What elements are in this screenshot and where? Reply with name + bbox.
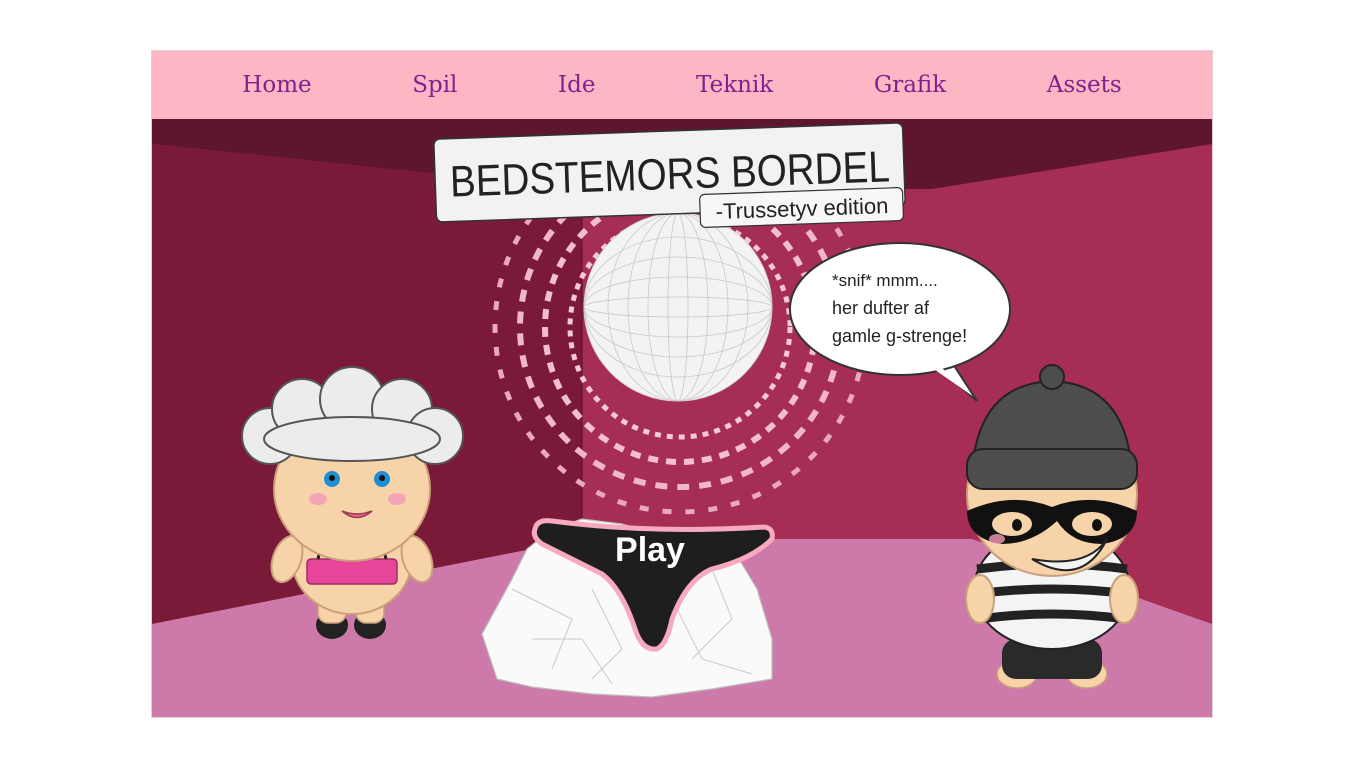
nav-assets-link[interactable]: Assets xyxy=(1047,72,1122,98)
disco-ball-icon xyxy=(583,212,773,402)
game-title-banner: BEDSTEMORS BORDEL -Trussetyv edition xyxy=(433,122,906,228)
nav-ide-link[interactable]: Ide xyxy=(558,72,595,98)
nav-grafik-link[interactable]: Grafik xyxy=(874,72,946,98)
nav-spil-link[interactable]: Spil xyxy=(412,72,457,98)
nav-teknik-link[interactable]: Teknik xyxy=(696,72,773,98)
nav-home-link[interactable]: Home xyxy=(242,72,311,98)
speech-line-3: gamle g-strenge! xyxy=(832,326,967,346)
speech-line-2: her dufter af xyxy=(832,298,930,318)
game-scene: BEDSTEMORS BORDEL -Trussetyv edition *sn… xyxy=(152,119,1212,717)
scene-canvas: BEDSTEMORS BORDEL -Trussetyv edition *sn… xyxy=(152,119,1212,717)
speech-line-1: *snif* mmm.... xyxy=(832,271,938,290)
play-label[interactable]: Play xyxy=(615,531,685,569)
top-navigation: Home Spil Ide Teknik Grafik Assets xyxy=(152,51,1212,119)
game-frame: Home Spil Ide Teknik Grafik Assets BEDST… xyxy=(151,50,1213,718)
